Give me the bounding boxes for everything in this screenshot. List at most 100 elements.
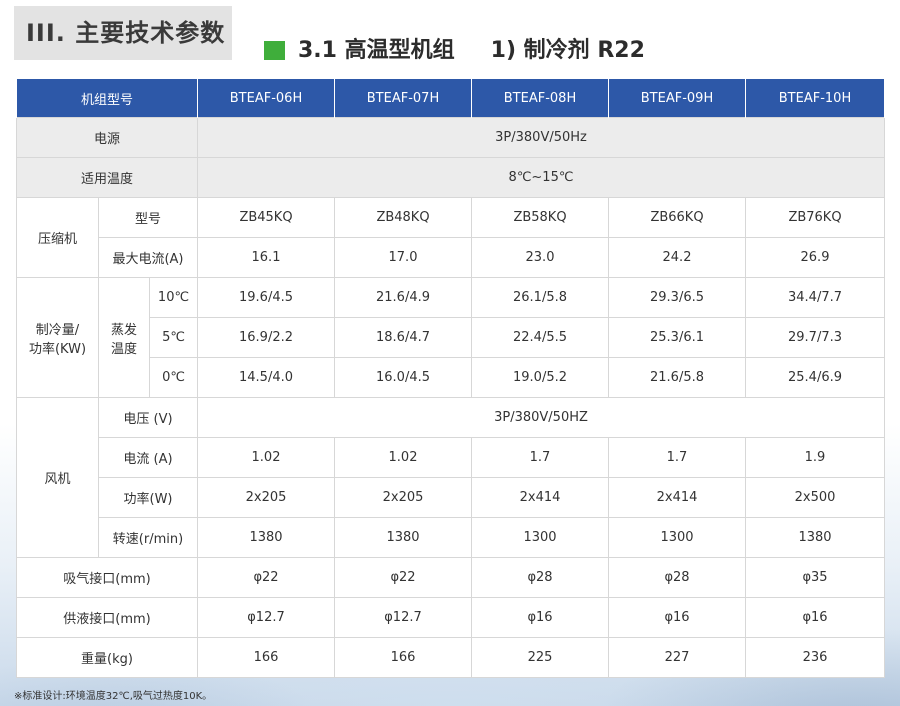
- model-header: BTEAF-07H: [334, 79, 472, 118]
- cell: φ28: [471, 557, 609, 598]
- row-label: 供液接口(mm): [16, 597, 198, 638]
- row-label: 最大电流(A): [98, 237, 198, 278]
- cell: 2x414: [471, 477, 609, 518]
- cell: 1380: [334, 517, 472, 558]
- row-label: 电源: [16, 117, 198, 158]
- model-header: BTEAF-08H: [471, 79, 609, 118]
- evap-label: 蒸发 温度: [98, 277, 150, 398]
- cell: φ35: [745, 557, 885, 598]
- cell: φ16: [471, 597, 609, 638]
- cell: φ12.7: [197, 597, 335, 638]
- cell: φ28: [608, 557, 746, 598]
- cell: 25.4/6.9: [745, 357, 885, 398]
- cell: 16.9/2.2: [197, 317, 335, 358]
- cell: φ12.7: [334, 597, 472, 638]
- group-label: 制冷量/ 功率(KW): [16, 277, 99, 398]
- temp-row: 适用温度 8℃~15℃: [16, 157, 885, 198]
- cell: 17.0: [334, 237, 472, 278]
- cell: φ22: [334, 557, 472, 598]
- cooling-row: 制冷量/ 功率(KW) 蒸发 温度 10℃ 19.6/4.5 21.6/4.9 …: [16, 277, 885, 398]
- cell: 1.7: [608, 437, 746, 478]
- model-header: BTEAF-09H: [608, 79, 746, 118]
- cell: 166: [197, 637, 335, 678]
- cell: 25.3/6.1: [608, 317, 746, 358]
- cell: 1.9: [745, 437, 885, 478]
- footnote: ※标准设计:环境温度32℃,吸气过热度10K。: [14, 691, 213, 702]
- cell: 8℃~15℃: [197, 157, 885, 198]
- cell: 1.02: [334, 437, 472, 478]
- compressor-model-row: 压缩机 型号 ZB45KQ ZB48KQ ZB58KQ ZB66KQ ZB76K…: [16, 197, 885, 278]
- row-label: 适用温度: [16, 157, 198, 198]
- fan-voltage-row: 风机 电压 (V) 3P/380V/50HZ: [16, 397, 885, 558]
- temp-label: 10℃: [149, 277, 198, 318]
- cell: 29.7/7.3: [745, 317, 885, 358]
- temp-label: 0℃: [149, 357, 198, 398]
- liquid-row: 供液接口(mm) φ12.7 φ12.7 φ16 φ16 φ16: [16, 597, 885, 638]
- cell: 1300: [471, 517, 609, 558]
- subtitle: 3.1 高温型机组 1) 制冷剂 R22: [298, 32, 681, 64]
- cell: 1.02: [197, 437, 335, 478]
- cell: 19.6/4.5: [197, 277, 335, 318]
- fan-current-row: 电流 (A) 1.02 1.02 1.7 1.7 1.9: [17, 437, 885, 478]
- cell: ZB45KQ: [197, 197, 335, 238]
- model-header: BTEAF-10H: [745, 79, 885, 118]
- cell: 1.7: [471, 437, 609, 478]
- cell: 21.6/4.9: [334, 277, 472, 318]
- cell: 16.0/4.5: [334, 357, 472, 398]
- cell: 24.2: [608, 237, 746, 278]
- cell: 23.0: [471, 237, 609, 278]
- row-label: 功率(W): [98, 477, 198, 518]
- green-square-icon: [264, 41, 285, 60]
- cell: 2x205: [197, 477, 335, 518]
- cell: φ16: [745, 597, 885, 638]
- model-header: BTEAF-06H: [197, 79, 335, 118]
- cell: ZB58KQ: [471, 197, 609, 238]
- cell: 2x414: [608, 477, 746, 518]
- temp-label: 5℃: [149, 317, 198, 358]
- cell: 29.3/6.5: [608, 277, 746, 318]
- cell: 14.5/4.0: [197, 357, 335, 398]
- cell: 1380: [197, 517, 335, 558]
- subtitle-part2: 1) 制冷剂 R22: [490, 38, 645, 63]
- row-label: 电压 (V): [98, 397, 198, 438]
- cell: ZB48KQ: [334, 197, 472, 238]
- row-label: 吸气接口(mm): [16, 557, 198, 598]
- cell: ZB66KQ: [608, 197, 746, 238]
- cell: 26.9: [745, 237, 885, 278]
- row-label: 型号: [98, 197, 198, 238]
- compressor-current-row: 最大电流(A) 16.1 17.0 23.0 24.2 26.9: [17, 237, 885, 278]
- cell: 26.1/5.8: [471, 277, 609, 318]
- power-row: 电源 3P/380V/50Hz: [16, 117, 885, 158]
- row-label: 转速(r/min): [98, 517, 198, 558]
- cell: 16.1: [197, 237, 335, 278]
- cell: ZB76KQ: [745, 197, 885, 238]
- cell: 2x205: [334, 477, 472, 518]
- group-label: 风机: [16, 397, 99, 558]
- fan-power-row: 功率(W) 2x205 2x205 2x414 2x414 2x500: [17, 477, 885, 518]
- subtitle-part1: 3.1 高温型机组: [298, 38, 455, 63]
- cell: 34.4/7.7: [745, 277, 885, 318]
- weight-row: 重量(kg) 166 166 225 227 236: [16, 637, 885, 678]
- cell: 236: [745, 637, 885, 678]
- cell: 22.4/5.5: [471, 317, 609, 358]
- spec-table: 机组型号 BTEAF-06H BTEAF-07H BTEAF-08H BTEAF…: [16, 79, 885, 678]
- cell: 21.6/5.8: [608, 357, 746, 398]
- section-title: III. 主要技术参数: [14, 6, 232, 60]
- cell: 1380: [745, 517, 885, 558]
- suction-row: 吸气接口(mm) φ22 φ22 φ28 φ28 φ35: [16, 557, 885, 598]
- row-label: 电流 (A): [98, 437, 198, 478]
- row-label: 重量(kg): [16, 637, 198, 678]
- header-label: 机组型号: [16, 79, 198, 118]
- cell: 2x500: [745, 477, 885, 518]
- cell: 1300: [608, 517, 746, 558]
- header-row: 机组型号 BTEAF-06H BTEAF-07H BTEAF-08H BTEAF…: [16, 79, 885, 118]
- cell: 225: [471, 637, 609, 678]
- cell: 19.0/5.2: [471, 357, 609, 398]
- cell: φ22: [197, 557, 335, 598]
- cell: 3P/380V/50Hz: [197, 117, 885, 158]
- group-label: 压缩机: [16, 197, 99, 278]
- cell: φ16: [608, 597, 746, 638]
- cell: 3P/380V/50HZ: [197, 397, 885, 438]
- fan-speed-row: 转速(r/min) 1380 1380 1300 1300 1380: [17, 517, 885, 558]
- cell: 166: [334, 637, 472, 678]
